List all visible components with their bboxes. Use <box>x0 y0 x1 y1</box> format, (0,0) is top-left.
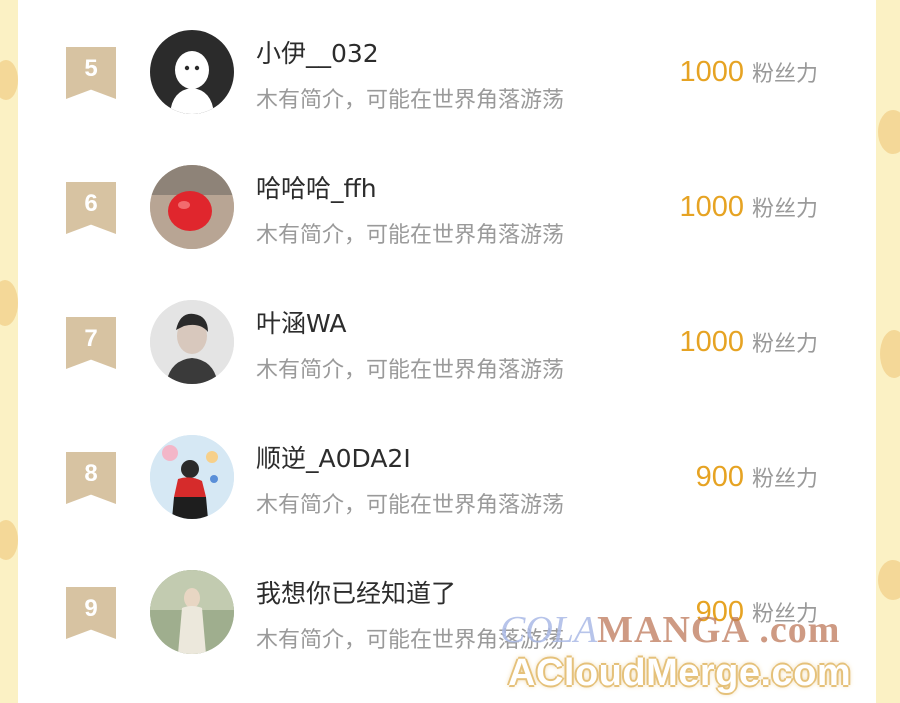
avatar[interactable] <box>150 570 234 654</box>
background-pattern <box>878 110 900 154</box>
user-bio: 木有简介，可能在世界角落游荡 <box>256 358 565 383</box>
fans-label: 粉丝力 <box>751 467 818 492</box>
user-name[interactable]: 叶涵WA <box>256 304 346 340</box>
background-pattern <box>878 560 900 600</box>
fans-power: 1000 粉丝力 <box>679 191 818 224</box>
background-pattern <box>0 520 18 560</box>
fans-power: 900 粉丝力 <box>696 461 818 494</box>
avatar[interactable] <box>150 30 234 114</box>
fans-label: 粉丝力 <box>751 197 818 222</box>
rank-badge: 6 <box>66 182 116 234</box>
user-name[interactable]: 小伊__032 <box>256 34 379 70</box>
list-item[interactable]: 7 叶涵WA 木有简介，可能在世界角落游荡 1000 粉丝力 <box>18 270 876 405</box>
user-name[interactable]: 我想你已经知道了 <box>256 574 456 610</box>
ranking-list: 5 小伊__032 木有简介，可能在世界角落游荡 1000 粉丝力 6 哈哈哈_… <box>18 0 876 703</box>
list-item[interactable]: 6 哈哈哈_ffh 木有简介，可能在世界角落游荡 1000 粉丝力 <box>18 135 876 270</box>
user-bio: 木有简介，可能在世界角落游荡 <box>256 493 565 518</box>
watermark-cola: COLA <box>500 609 598 651</box>
rank-badge: 7 <box>66 317 116 369</box>
fans-label: 粉丝力 <box>751 332 818 357</box>
avatar[interactable] <box>150 165 234 249</box>
avatar[interactable] <box>150 435 234 519</box>
rank-badge: 8 <box>66 452 116 504</box>
rank-badge: 5 <box>66 47 116 99</box>
user-bio: 木有简介，可能在世界角落游荡 <box>256 88 565 113</box>
fans-count: 1000 <box>679 326 744 358</box>
watermark-manga: MANGA <box>597 609 750 651</box>
fans-count: 1000 <box>679 56 744 88</box>
user-bio: 木有简介，可能在世界角落游荡 <box>256 223 565 248</box>
user-name[interactable]: 顺逆_A0DA2I <box>256 439 411 475</box>
avatar[interactable] <box>150 300 234 384</box>
rank-badge: 9 <box>66 587 116 639</box>
user-name[interactable]: 哈哈哈_ffh <box>256 169 377 205</box>
list-item[interactable]: 8 顺逆_A0DA2I 木有简介，可能在世界角落游荡 900 粉丝力 <box>18 405 876 540</box>
watermark-dotcom: .com <box>759 609 841 651</box>
background-pattern <box>0 280 18 326</box>
watermark-acloudmerge: ACloudMerge.com <box>508 652 852 694</box>
fans-power: 1000 粉丝力 <box>679 326 818 359</box>
watermark-colamanga: COLAMANGA .com <box>500 608 840 652</box>
background-pattern <box>880 330 900 378</box>
fans-power: 1000 粉丝力 <box>679 56 818 89</box>
fans-count: 1000 <box>679 191 744 223</box>
fans-count: 900 <box>695 461 744 493</box>
background-pattern <box>0 60 18 100</box>
fans-label: 粉丝力 <box>751 62 818 87</box>
list-item[interactable]: 5 小伊__032 木有简介，可能在世界角落游荡 1000 粉丝力 <box>18 0 876 135</box>
